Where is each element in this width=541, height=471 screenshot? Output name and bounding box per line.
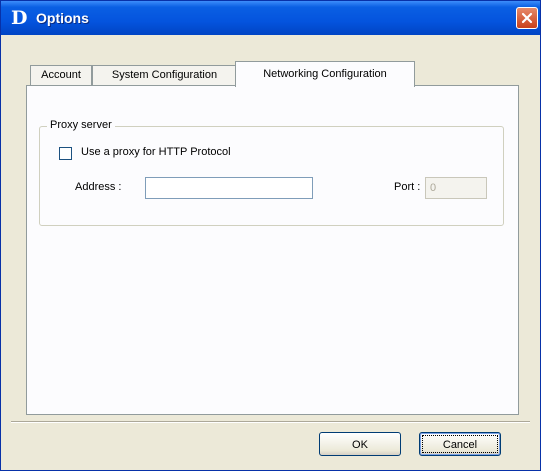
use-proxy-label[interactable]: Use a proxy for HTTP Protocol	[81, 146, 231, 158]
proxy-server-group: Proxy server Use a proxy for HTTP Protoc…	[39, 119, 504, 226]
tab-networking-configuration[interactable]: Networking Configuration	[235, 61, 415, 87]
cancel-button[interactable]: Cancel	[419, 432, 501, 456]
tab-account[interactable]: Account	[30, 65, 92, 85]
close-button[interactable]	[516, 7, 538, 29]
ok-button[interactable]: OK	[319, 432, 401, 456]
port-input[interactable]	[425, 177, 487, 199]
address-label: Address :	[75, 181, 122, 193]
title-bar[interactable]: D Options	[1, 1, 540, 35]
use-proxy-checkbox[interactable]	[59, 147, 72, 160]
close-x-icon	[521, 12, 533, 24]
address-input[interactable]	[145, 177, 313, 199]
tab-system-configuration[interactable]: System Configuration	[92, 65, 237, 85]
networking-configuration-panel: Proxy server Use a proxy for HTTP Protoc…	[26, 85, 519, 415]
window-title: Options	[36, 10, 89, 26]
proxy-server-group-label: Proxy server	[47, 119, 115, 131]
port-label: Port :	[394, 181, 421, 193]
app-logo-icon: D	[11, 7, 28, 29]
options-dialog: D Options Account System Configuration N…	[0, 0, 541, 471]
footer-separator	[11, 421, 530, 423]
